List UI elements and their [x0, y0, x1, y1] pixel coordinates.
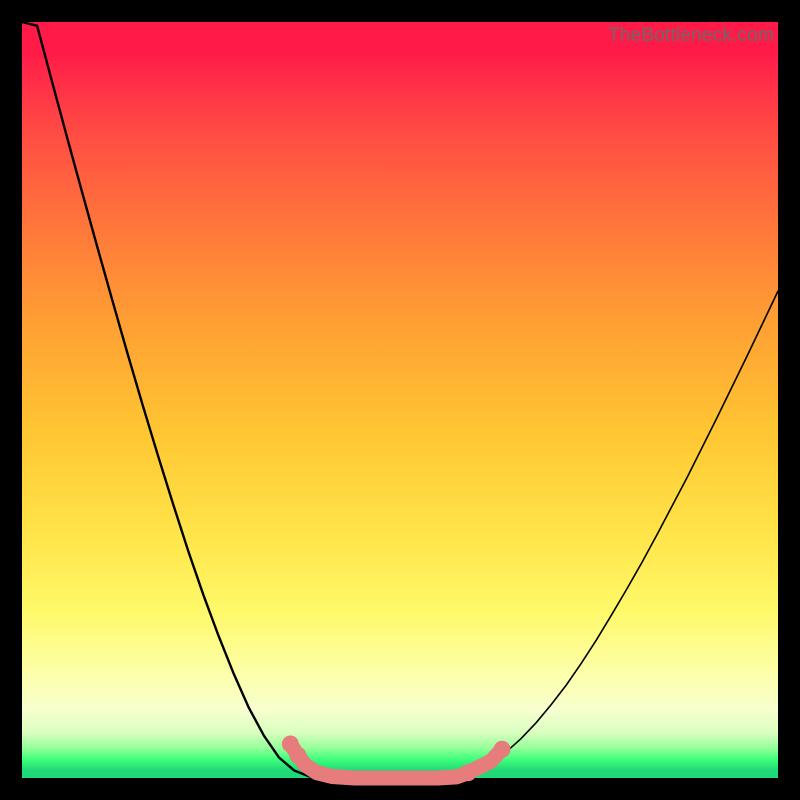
- highlight-dot: [289, 747, 306, 764]
- chart-frame: TheBottleneck.com: [0, 0, 800, 800]
- chart-svg: [22, 22, 778, 778]
- highlight-markers: [282, 735, 511, 781]
- bottleneck-curve-left: [22, 22, 445, 778]
- highlight-dot: [460, 764, 477, 781]
- highlight-dot: [494, 741, 511, 758]
- watermark-text: TheBottleneck.com: [608, 25, 774, 47]
- curve-layer: [22, 22, 778, 778]
- bottleneck-curve-right: [430, 291, 778, 778]
